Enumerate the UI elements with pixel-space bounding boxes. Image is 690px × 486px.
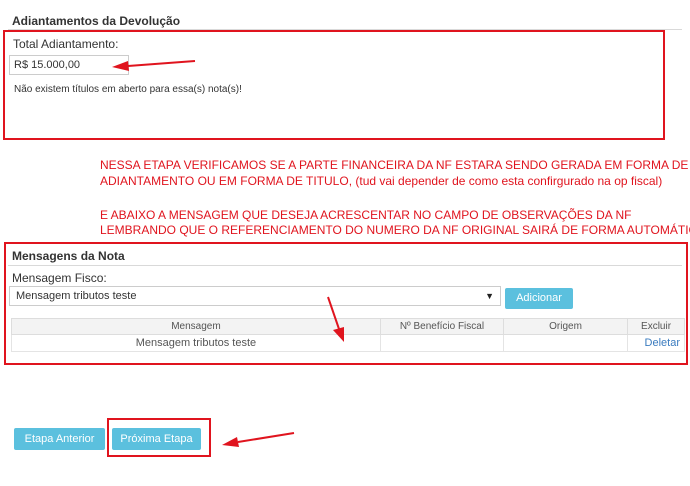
- annotation-arrows: [112, 60, 344, 447]
- arrow-to-next-button: [222, 432, 295, 447]
- arrow-to-total-input: [112, 60, 196, 71]
- arrow-to-message-row: [327, 296, 344, 342]
